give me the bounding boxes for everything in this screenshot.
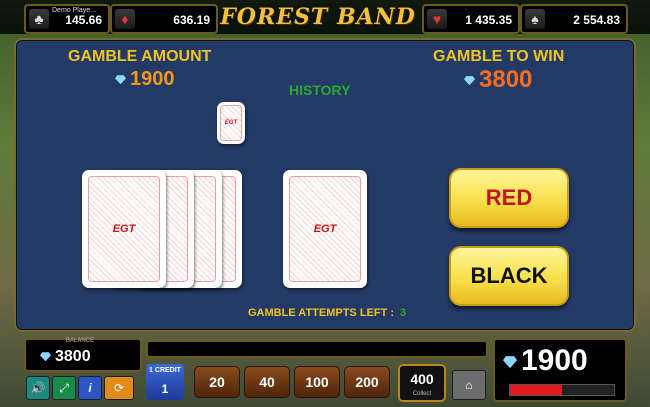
jackpot-clubs: ♣ Demo Playe... 145.66 bbox=[24, 4, 110, 34]
balance-box: BALANCE 3800 bbox=[24, 338, 142, 372]
gamble-to-win-label: GAMBLE TO WIN bbox=[433, 48, 565, 65]
bet-button-40[interactable]: 40 bbox=[244, 366, 290, 398]
egt-logo: EGT bbox=[112, 223, 136, 235]
collect-label: Collect bbox=[412, 391, 432, 397]
balance-value: 3800 bbox=[55, 348, 91, 365]
clubs-icon: ♣ bbox=[29, 9, 49, 29]
gamble-attempts: GAMBLE ATTEMPTS LEFT : 3 bbox=[248, 307, 406, 319]
red-button[interactable]: RED bbox=[449, 168, 569, 228]
hearts-icon: ♥ bbox=[427, 9, 447, 29]
jackpot-clubs-value: 145.66 bbox=[65, 13, 102, 27]
jackpot-hearts-value: 1 435.35 bbox=[465, 13, 512, 27]
gamble-amount-label: GAMBLE AMOUNT bbox=[68, 48, 212, 65]
gamble-to-win-value: 3800 bbox=[479, 66, 533, 93]
credit-label: 1 CREDIT bbox=[149, 367, 181, 374]
win-progress bbox=[509, 384, 615, 396]
history-label: HISTORY bbox=[289, 82, 351, 98]
gamble-attempts-value: 3 bbox=[400, 307, 407, 319]
bet-button-20[interactable]: 20 bbox=[194, 366, 240, 398]
diamond-icon bbox=[464, 76, 475, 86]
bet-button-100[interactable]: 100 bbox=[294, 366, 340, 398]
collect-value: 400 bbox=[410, 371, 434, 387]
bet-button-200[interactable]: 200 bbox=[344, 366, 390, 398]
history-card: EGT bbox=[217, 102, 245, 144]
diamonds-icon: ♦ bbox=[115, 9, 135, 29]
home-icon[interactable]: ⌂ bbox=[452, 370, 486, 400]
jackpot-spades: ♠ 2 554.83 bbox=[520, 4, 628, 34]
win-progress-fill bbox=[510, 385, 562, 395]
game-logo: FOREST BAND bbox=[220, 4, 416, 30]
autoplay-icon[interactable]: ⟳ bbox=[104, 376, 134, 400]
credit-button[interactable]: 1 CREDIT 1 bbox=[146, 364, 184, 400]
credit-value: 1 bbox=[161, 382, 169, 396]
gamble-to-win: 3800 bbox=[464, 66, 532, 94]
gamble-attempts-label: GAMBLE ATTEMPTS LEFT : bbox=[248, 307, 395, 319]
gamble-amount-value: 1900 bbox=[130, 68, 175, 90]
egt-logo: EGT bbox=[313, 223, 337, 235]
balance: 3800 bbox=[40, 348, 91, 366]
gamble-amount: 1900 bbox=[115, 68, 175, 91]
jackpot-diamonds: ♦ 636.19 bbox=[110, 4, 218, 34]
gamble-card: EGT bbox=[283, 170, 367, 288]
jackpot-spades-value: 2 554.83 bbox=[573, 13, 620, 27]
fullscreen-icon[interactable]: ⤢ bbox=[52, 376, 76, 400]
diamond-icon bbox=[115, 75, 126, 85]
diamond-icon bbox=[40, 352, 51, 362]
egt-logo: EGT bbox=[224, 120, 238, 126]
deck-top-card: EGT bbox=[82, 170, 166, 288]
jackpot-hearts: ♥ 1 435.35 bbox=[422, 4, 520, 34]
balance-label: BALANCE bbox=[66, 338, 95, 344]
message-bar bbox=[146, 340, 488, 358]
collect-button[interactable]: 400 Collect bbox=[398, 364, 446, 402]
win: 1900 bbox=[503, 344, 588, 378]
speaker-icon[interactable]: 🔊 bbox=[26, 376, 50, 400]
jackpot-diamonds-value: 636.19 bbox=[173, 13, 210, 27]
spades-icon: ♠ bbox=[525, 9, 545, 29]
black-button[interactable]: BLACK bbox=[449, 246, 569, 306]
info-icon[interactable]: i bbox=[78, 376, 102, 400]
win-value: 1900 bbox=[521, 344, 588, 377]
win-box: 1900 bbox=[493, 338, 627, 402]
diamond-icon bbox=[503, 356, 517, 369]
